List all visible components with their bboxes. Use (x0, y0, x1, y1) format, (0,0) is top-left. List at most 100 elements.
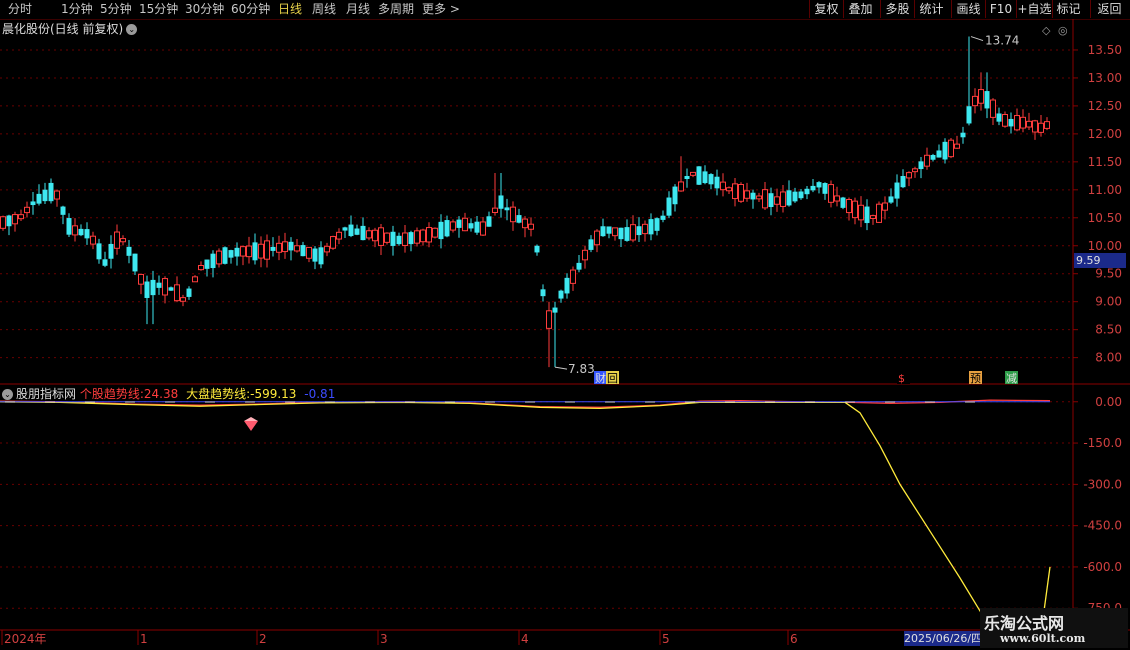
candle-body-down (228, 250, 234, 258)
candle-body-down (126, 246, 132, 256)
candle-body-down (30, 201, 36, 206)
candle-body-up (216, 250, 222, 265)
candle-body-up (240, 246, 246, 257)
candle-body-up (852, 200, 858, 219)
candle-body-up (924, 154, 930, 167)
event-marker: 减 (1006, 372, 1017, 385)
candle-body-down (6, 215, 12, 227)
candle-body-up (972, 95, 978, 107)
x-tick-label: 6 (790, 632, 798, 646)
price-tick-label: 8.00 (1095, 351, 1122, 365)
candle-body-up (1032, 120, 1038, 133)
candle-body-down (840, 197, 846, 208)
gem-icon-top (244, 417, 258, 421)
candle-body-up (366, 230, 372, 239)
diamond-icon: ◇ (1042, 24, 1051, 37)
candle-body-down (78, 228, 84, 236)
candle-body-down (894, 182, 900, 199)
indicator-name: 股朋指标网 (16, 387, 77, 401)
candle-body-down (288, 241, 294, 251)
candle-body-down (900, 176, 906, 188)
candle-body-up (420, 229, 426, 243)
indicator-tick-label: -150.0 (1083, 436, 1122, 450)
candle-body-up (330, 236, 336, 249)
candle-body-down (84, 229, 90, 239)
candle-body-up (876, 203, 882, 223)
candle-body-down (714, 176, 720, 189)
event-marker: 财 (595, 371, 606, 385)
candle-body-down (888, 196, 894, 203)
x-tick-label: 5 (662, 632, 670, 646)
candle-body-up (678, 181, 684, 192)
candle-body-down (930, 155, 936, 160)
line1-label: 个股趋势线: (79, 387, 144, 401)
candle-body-down (804, 188, 810, 195)
candle-body-down (312, 248, 318, 262)
candle-body-down (684, 176, 690, 180)
candle-body-up (378, 227, 384, 246)
candle-body-up (774, 196, 780, 205)
candle-body-up (630, 224, 636, 241)
candle-body-down (234, 247, 240, 257)
candle-body-down (576, 262, 582, 270)
cursor-date-badge: 2025/06/26/四 (904, 631, 980, 646)
x-tick-label: 1 (140, 632, 148, 646)
candle-body-up (336, 231, 342, 240)
candle-body-up (384, 232, 390, 243)
chevron-down-icon[interactable]: ⌄ (2, 389, 13, 400)
high-label: 13.74 (985, 34, 1019, 48)
candle-body-down (444, 220, 450, 237)
candle-body-up (54, 190, 60, 200)
candle-body-up (912, 168, 918, 173)
candle-body-up (432, 227, 438, 238)
indicator-tick-label: -600.0 (1083, 560, 1122, 574)
low-pointer (554, 366, 568, 370)
indicator-tick-label: 0.00 (1095, 395, 1122, 409)
candle-body-up (372, 229, 378, 242)
price-tick-label: 12.50 (1088, 99, 1122, 113)
candle-body-up (756, 195, 762, 200)
candle-body-up (12, 214, 18, 225)
candle-body-up (990, 99, 996, 118)
market-trend-line-tail (1043, 566, 1051, 612)
candle-body-down (150, 279, 156, 296)
candle-body-up (90, 235, 96, 245)
candle-body-down (342, 227, 348, 231)
candle-body-up (744, 190, 750, 199)
candle-body-up (582, 249, 588, 261)
price-tick-label: 13.50 (1088, 43, 1122, 57)
candle-body-up (522, 218, 528, 229)
candle-body-down (942, 141, 948, 160)
settings-icon[interactable]: ◎ (1058, 24, 1068, 37)
candle-body-down (660, 215, 666, 220)
candle-body-up (738, 183, 744, 202)
candle-body-down (486, 216, 492, 227)
candle-body-down (210, 253, 216, 269)
price-tick-label: 10.50 (1088, 211, 1122, 225)
candle-body-up (402, 232, 408, 246)
price-tick-label: 10.00 (1088, 239, 1122, 253)
candle-body-down (168, 287, 174, 291)
gem-icon (244, 421, 258, 431)
candle-body-down (552, 307, 558, 313)
candle-body-up (834, 195, 840, 202)
candle-body-up (192, 276, 198, 283)
candle-body-up (120, 238, 126, 243)
candle-body-down (696, 166, 702, 185)
price-tick-label: 13.00 (1088, 71, 1122, 85)
candle-body-down (468, 223, 474, 229)
price-tick-label: 11.50 (1088, 155, 1122, 169)
candle-body-down (42, 189, 48, 202)
chart-area[interactable]: 13.5013.0012.5012.0011.5011.0010.5010.00… (0, 0, 1130, 650)
candle-body-up (282, 241, 288, 253)
candle-body-up (246, 245, 252, 258)
candle-body-down (708, 174, 714, 185)
candle-body-up (1014, 115, 1020, 131)
candle-body-up (18, 214, 24, 220)
candle-body-up (480, 221, 486, 236)
candle-body-down (504, 207, 510, 211)
candle-body-up (870, 215, 876, 219)
candle-body-up (306, 246, 312, 259)
candle-body-up (294, 245, 300, 252)
current-price-badge: 9.59 (1074, 253, 1126, 268)
